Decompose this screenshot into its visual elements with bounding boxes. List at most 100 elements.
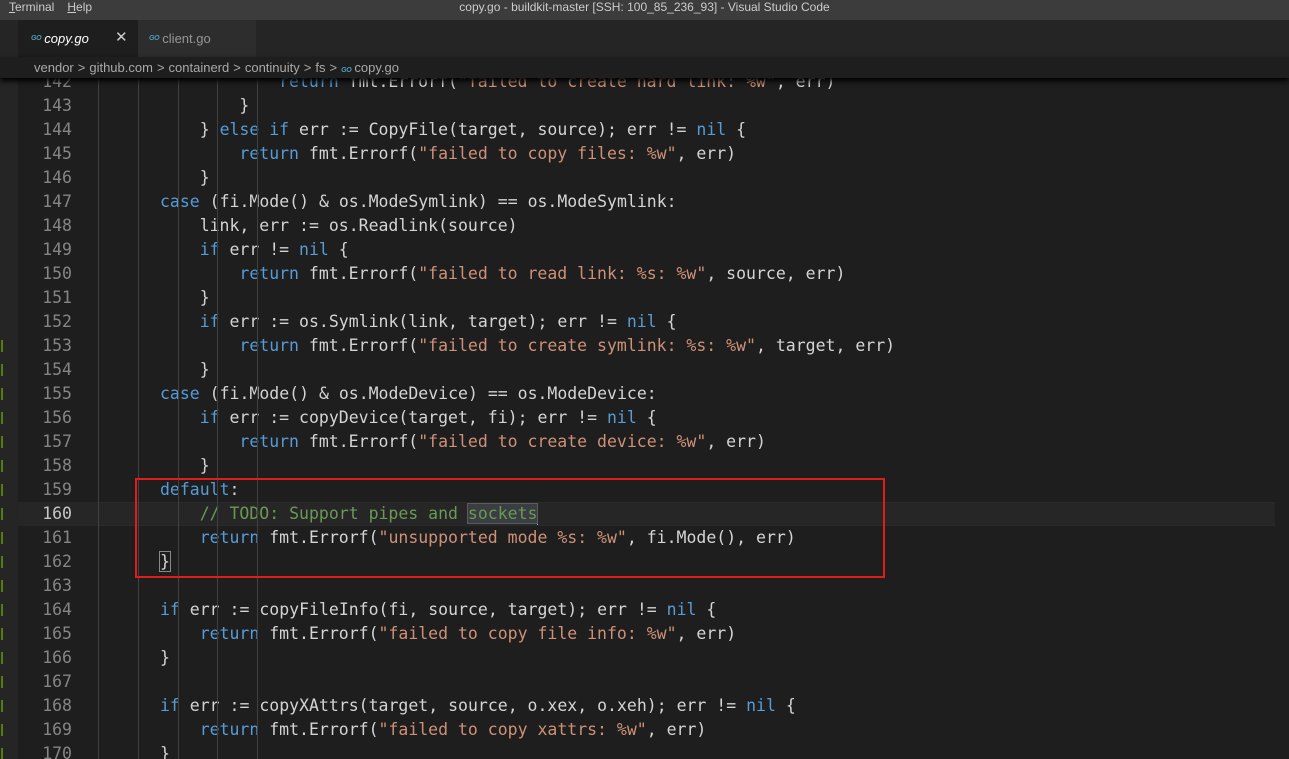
chevron-right-icon: > (233, 60, 241, 75)
breadcrumb: vendor > github.com > containerd > conti… (0, 57, 1289, 78)
code-token: { (726, 120, 747, 139)
text-cursor (537, 504, 539, 525)
git-change-marker (1, 460, 3, 472)
breadcrumb-item-vendor[interactable]: vendor (34, 60, 74, 75)
line-number: 154 (42, 360, 72, 379)
code-line[interactable]: 161 return fmt.Errorf("unsupported mode %… (18, 526, 1289, 550)
code-line[interactable]: 155 case (fi.Mode() & os.ModeDevice) == o… (18, 382, 1289, 406)
code-line[interactable]: 147 case (fi.Mode() & os.ModeSymlink) == … (18, 190, 1289, 214)
git-change-marker (1, 556, 3, 568)
code-line[interactable]: 144} else if err := CopyFile(target, sou… (18, 118, 1289, 142)
keyword-token: default (160, 480, 230, 499)
code-token: , target, err) (755, 336, 896, 355)
code-editor[interactable]: 142 return fmt.Errorf("failed to create h… (0, 70, 1289, 759)
keyword-token: return (239, 336, 299, 355)
code-token: err := copyFileInfo(fi, source, target);… (179, 600, 667, 619)
code-token: err := CopyFile(target, source); err != (289, 120, 697, 139)
close-icon[interactable]: ✕ (115, 30, 128, 45)
line-number: 158 (42, 456, 72, 475)
indent-guide (178, 70, 179, 759)
code-text: if err := copyFileInfo(fi, source, targe… (160, 598, 716, 622)
editor-tab-bar: GO copy.go ✕ GO client.go (0, 20, 1289, 57)
code-text: return fmt.Errorf("failed to create devi… (239, 430, 766, 454)
keyword-token: nil (606, 408, 637, 427)
line-number: 164 (42, 600, 72, 619)
code-token: fmt.Errorf( (259, 624, 379, 643)
code-line[interactable]: 156 if err := copyDevice(target, fi); err… (18, 406, 1289, 430)
code-line[interactable]: 152 if err := os.Symlink(link, target); e… (18, 310, 1289, 334)
keyword-token: return (239, 264, 299, 283)
code-line[interactable]: 158} (18, 454, 1289, 478)
code-line[interactable]: 163 (18, 574, 1289, 598)
keyword-token: nil (746, 696, 776, 715)
line-number: 157 (42, 432, 72, 451)
code-line[interactable]: 150 return fmt.Errorf("failed to read lin… (18, 262, 1289, 286)
keyword-token: nil (299, 240, 329, 259)
line-number: 148 (42, 216, 72, 235)
code-token: } (160, 648, 170, 667)
code-line[interactable]: 157 return fmt.Errorf("failed to create d… (18, 430, 1289, 454)
code-text: if err := copyDevice(target, fi); err !=… (200, 406, 657, 430)
code-line[interactable]: 145 return fmt.Errorf("failed to copy fil… (18, 142, 1289, 166)
code-token: link, err := os.Readlink(source) (199, 216, 518, 235)
code-line[interactable]: 149 if err != nil { (18, 238, 1289, 262)
vertical-scrollbar[interactable] (1275, 70, 1289, 759)
breadcrumb-item-continuity[interactable]: continuity (245, 60, 300, 75)
tab-copy-go[interactable]: GO copy.go ✕ (18, 20, 138, 57)
breadcrumb-item-containerd[interactable]: containerd (169, 60, 230, 75)
line-number: 162 (42, 552, 72, 571)
menu-terminal[interactable]: Terminal (0, 0, 58, 20)
string-token: "unsupported mode %s: %w" (378, 528, 627, 547)
breadcrumb-item-github[interactable]: github.com (89, 60, 153, 75)
code-line[interactable]: 170} (18, 742, 1289, 759)
string-token: "failed to copy file info: %w" (378, 624, 677, 643)
code-line[interactable]: 146} (18, 166, 1289, 190)
code-token: , err) (676, 144, 737, 163)
code-line[interactable]: 154} (18, 358, 1289, 382)
code-line[interactable]: 162} (18, 550, 1289, 574)
code-token: , source, err) (706, 264, 846, 283)
code-text: } (239, 94, 249, 118)
git-change-marker (1, 748, 3, 759)
code-line[interactable]: 169 return fmt.Errorf("failed to copy xat… (18, 718, 1289, 742)
code-token: { (696, 600, 717, 619)
line-number: 150 (42, 264, 72, 283)
code-text: } (200, 358, 210, 382)
code-token: , fi.Mode(), err) (626, 528, 796, 547)
window-title: copy.go - buildkit-master [SSH: 100_85_2… (459, 0, 830, 14)
code-line[interactable]: 160 // TODO: Support pipes and sockets (18, 502, 1289, 526)
code-line[interactable]: 167 (18, 670, 1289, 694)
tab-label: copy.go (44, 31, 89, 46)
keyword-token: case (160, 192, 200, 211)
code-line[interactable]: 148 link, err := os.Readlink(source) (18, 214, 1289, 238)
git-change-marker (1, 508, 3, 520)
code-line[interactable]: 166} (18, 646, 1289, 670)
breadcrumb-item-fs[interactable]: fs (315, 60, 325, 75)
code-token: err := copyXAttrs(target, source, o.xex,… (179, 696, 747, 715)
line-number: 145 (42, 144, 72, 163)
code-line[interactable]: 151} (18, 286, 1289, 310)
git-change-marker (1, 340, 3, 352)
line-number: 155 (42, 384, 72, 403)
git-change-marker (1, 388, 3, 400)
code-line[interactable]: 159 default: (18, 478, 1289, 502)
code-token: fmt.Errorf( (299, 144, 419, 163)
code-line[interactable]: 168 if err := copyXAttrs(target, source, … (18, 694, 1289, 718)
breadcrumb-item-file[interactable]: GO copy.go (341, 60, 399, 75)
code-line[interactable]: 165 return fmt.Errorf("failed to copy fil… (18, 622, 1289, 646)
git-change-marker (1, 628, 3, 640)
keyword-token: return (199, 624, 260, 643)
code-text: } (200, 166, 210, 190)
string-token: "failed to copy files: %w" (418, 144, 677, 163)
menu-help[interactable]: Help (58, 0, 96, 20)
tab-client-go[interactable]: GO client.go (138, 20, 256, 57)
code-text: case (fi.Mode() & os.ModeDevice) == os.M… (160, 382, 657, 406)
git-change-marker (1, 700, 3, 712)
keyword-token: nil (666, 600, 697, 619)
code-line[interactable]: 164 if err := copyFileInfo(fi, source, ta… (18, 598, 1289, 622)
keyword-token: if (160, 696, 180, 715)
line-number: 167 (42, 672, 72, 691)
code-token: fmt.Errorf( (299, 264, 419, 283)
code-line[interactable]: 153 return fmt.Errorf("failed to create s… (18, 334, 1289, 358)
code-line[interactable]: 143} (18, 94, 1289, 118)
